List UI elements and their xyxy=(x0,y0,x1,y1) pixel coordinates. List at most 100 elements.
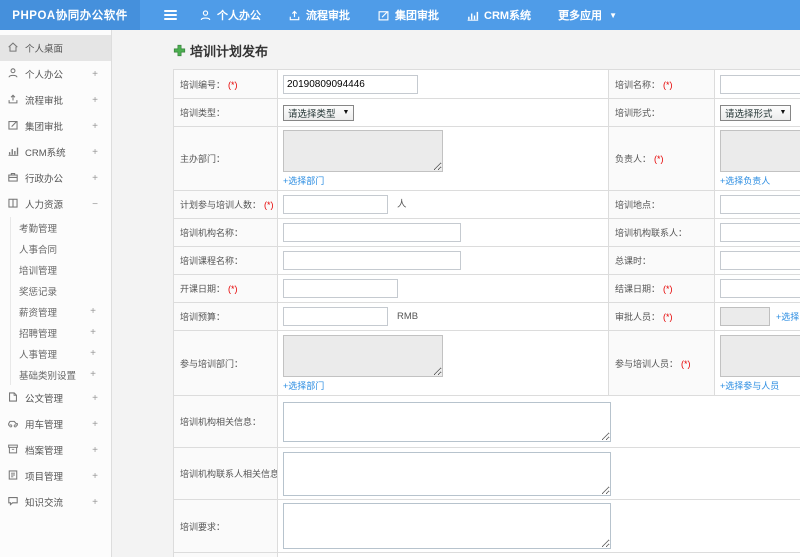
sidebar-subitem-6[interactable]: 招聘管理 + xyxy=(11,322,111,343)
user-icon xyxy=(199,9,212,22)
text-input[interactable] xyxy=(283,195,388,214)
sidebar-item-9[interactable]: 用车管理 + xyxy=(0,411,111,437)
picker-link[interactable]: +选择部门 xyxy=(283,379,324,392)
text-input[interactable] xyxy=(720,307,770,326)
field-value-cell xyxy=(714,69,800,99)
sidebar-submenu: 考勤管理 人事合同 培训管理 奖惩记录 薪资管理 + 招聘管理 + 人事管理 + 基础类别设置 + xyxy=(10,217,111,385)
field-value-cell xyxy=(277,447,800,500)
sidebar-item-label: 个人桌面 xyxy=(25,44,64,55)
field-value-cell: +选择部门 xyxy=(277,330,609,396)
sidebar-item-7[interactable]: 人力资源 − xyxy=(0,191,111,217)
sidebar-subitem-1[interactable]: 考勤管理 xyxy=(11,217,111,238)
sidebar-item-label: 人力资源 xyxy=(25,200,64,211)
field-value-cell xyxy=(714,190,800,219)
picker-textarea[interactable] xyxy=(720,334,800,377)
top-bar: PHPOA协同办公软件 个人办公 流程审批 集团审批 CRM系统 更多应用 ▼ xyxy=(0,0,800,30)
text-input[interactable] xyxy=(720,223,800,242)
picker-textarea[interactable] xyxy=(283,130,443,172)
topnav-item-1[interactable]: 个人办公 xyxy=(199,7,261,23)
sidebar-subitem-8[interactable]: 基础类别设置 + xyxy=(11,364,111,385)
text-input[interactable] xyxy=(720,251,800,270)
form-row: 培训类型： 请选择类型 ▼ 培训形式： 请选择形式 ▼ xyxy=(173,98,800,127)
topnav-item-5[interactable]: 更多应用 ▼ xyxy=(558,7,617,23)
sidebar-item-label: 集团审批 xyxy=(25,122,64,133)
sidebar-subitem-5[interactable]: 薪资管理 + xyxy=(11,301,111,322)
topnav-item-3[interactable]: 集团审批 xyxy=(377,7,439,23)
field-label: 负责人： xyxy=(615,154,652,164)
picker-textarea[interactable] xyxy=(720,130,800,172)
page-title-text: 培训计划发布 xyxy=(190,44,269,59)
field-label: 培训机构联系人： xyxy=(615,228,688,238)
text-input[interactable] xyxy=(283,251,461,270)
sidebar-subitem-2[interactable]: 人事合同 xyxy=(11,238,111,259)
picker-link[interactable]: +选择参与人员 xyxy=(720,379,779,392)
text-input[interactable] xyxy=(283,307,388,326)
text-input[interactable] xyxy=(720,74,800,94)
field-value-cell: +选择参与人员 xyxy=(714,330,800,396)
field-value-cell: 请选择类型 ▼ xyxy=(277,98,609,127)
expand-toggle-icon: + xyxy=(92,418,98,430)
field-label: 培训机构联系人相关信息： xyxy=(180,469,278,479)
expand-toggle-icon: + xyxy=(92,146,98,158)
picker-link[interactable]: +选择部门 xyxy=(283,174,324,187)
sidebar-item-6[interactable]: 行政办公 + xyxy=(0,165,111,191)
sidebar-item-2[interactable]: 个人办公 + xyxy=(0,61,111,87)
document-icon xyxy=(7,391,25,406)
required-mark: (*) xyxy=(228,79,238,90)
topnav-label: 流程审批 xyxy=(306,10,350,22)
field-label: 培训地点： xyxy=(615,200,661,210)
briefcase-icon xyxy=(7,171,25,186)
chat-icon xyxy=(7,495,25,510)
text-input[interactable] xyxy=(720,279,800,298)
text-input[interactable] xyxy=(720,195,800,214)
sidebar-item-4[interactable]: 集团审批 + xyxy=(0,113,111,139)
select-control[interactable]: 请选择类型 ▼ xyxy=(283,104,355,121)
car-icon xyxy=(7,417,25,432)
sidebar-subitem-label: 招聘管理 xyxy=(19,328,58,340)
sidebar-subitem-4[interactable]: 奖惩记录 xyxy=(11,280,111,301)
required-mark: (*) xyxy=(654,154,664,164)
sidebar-item-3[interactable]: 流程审批 + xyxy=(0,87,111,113)
picker-link[interactable]: +选择审批人员 xyxy=(776,312,800,322)
form-row: 计划参与培训人数： (*) 人 培训地点： xyxy=(173,190,800,219)
sidebar-subitem-label: 人事合同 xyxy=(19,244,58,256)
field-label-cell: 参与培训人员： (*) xyxy=(608,330,715,396)
sidebar-item-11[interactable]: 项目管理 + xyxy=(0,463,111,489)
picker-textarea[interactable] xyxy=(283,334,443,377)
expand-toggle-icon: + xyxy=(90,327,96,338)
field-label: 培训要求： xyxy=(180,521,226,532)
field-value-cell xyxy=(277,274,609,303)
required-mark: (*) xyxy=(663,284,673,294)
textarea-input[interactable] xyxy=(283,401,611,442)
sidebar-item-label: 公文管理 xyxy=(25,394,64,405)
sidebar-item-8[interactable]: 公文管理 + xyxy=(0,385,111,411)
text-input[interactable] xyxy=(283,74,418,94)
main-content: 培训计划发布 培训编号：(*)培训名称：(*)培训类型：请选择类型▼培训形式：请… xyxy=(112,30,800,557)
menu-icon[interactable] xyxy=(158,0,183,30)
form-row: 参与培训部门： +选择部门 参与培训人员： (*) +选择参与人员 xyxy=(173,330,800,396)
field-label-cell: 总课时： xyxy=(608,246,715,275)
field-label-cell: 参与培训部门： xyxy=(173,330,278,396)
expand-toggle-icon: + xyxy=(92,120,98,132)
form-row: 培训机构联系人相关信息： xyxy=(173,447,800,500)
sidebar-subitem-7[interactable]: 人事管理 + xyxy=(11,343,111,364)
text-input[interactable] xyxy=(283,223,461,242)
sidebar-subitem-3[interactable]: 培训管理 xyxy=(11,259,111,280)
sidebar-item-10[interactable]: 档案管理 + xyxy=(0,437,111,463)
textarea-input[interactable] xyxy=(283,503,611,549)
app-logo: PHPOA协同办公软件 xyxy=(0,0,140,30)
sidebar-item-1[interactable]: 个人桌面 xyxy=(0,35,111,61)
unit-label: 人 xyxy=(397,199,407,210)
topnav-item-4[interactable]: CRM系统 xyxy=(466,7,531,23)
topnav-label: CRM系统 xyxy=(484,10,532,22)
sidebar-item-5[interactable]: CRM系统 + xyxy=(0,139,111,165)
upload-icon xyxy=(7,93,25,108)
sidebar-subitem-label: 人事管理 xyxy=(19,349,58,361)
picker-link[interactable]: +选择负责人 xyxy=(720,174,770,187)
textarea-input[interactable] xyxy=(283,451,611,496)
topnav-item-2[interactable]: 流程审批 xyxy=(288,7,350,23)
topnav-label: 集团审批 xyxy=(395,10,439,22)
sidebar-item-12[interactable]: 知识交流 + xyxy=(0,489,111,515)
text-input[interactable] xyxy=(283,279,398,298)
select-control[interactable]: 请选择形式 ▼ xyxy=(720,104,792,121)
